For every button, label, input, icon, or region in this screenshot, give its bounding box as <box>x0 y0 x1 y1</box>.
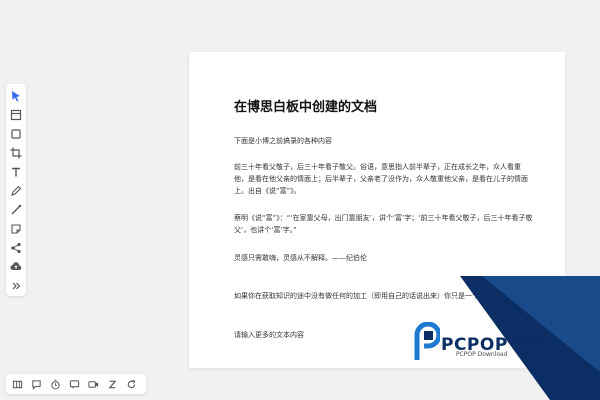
pen-icon <box>11 185 22 196</box>
crop-icon <box>10 147 22 159</box>
double-chevron-icon <box>12 282 21 290</box>
text-tool[interactable] <box>8 164 24 180</box>
document-paragraph[interactable]: 蔡明《说“富”》：“‘在家靠父母，出门靠朋友’，讲个‘富’字；‘前三十年看父敬子… <box>234 212 534 236</box>
sticky-note-icon <box>11 224 21 234</box>
frame-tool[interactable] <box>8 107 24 123</box>
sleep-button[interactable] <box>104 376 120 392</box>
mindmap-tool[interactable] <box>8 240 24 256</box>
crop-tool[interactable] <box>8 145 24 161</box>
text-icon <box>12 167 20 177</box>
pen-tool[interactable] <box>8 183 24 199</box>
square-icon <box>11 129 21 139</box>
refresh-button[interactable] <box>123 376 139 392</box>
cloud-upload-icon <box>10 262 22 270</box>
frame-icon <box>10 109 22 121</box>
document-paragraph[interactable]: 下面是小博之前搞录的各种内容 <box>234 135 534 147</box>
map-button[interactable] <box>9 376 25 392</box>
video-icon <box>87 380 98 388</box>
chat-button[interactable] <box>66 376 82 392</box>
line-icon <box>11 204 22 215</box>
watermark-subtitle: PCPOP Download <box>456 351 508 358</box>
share-icon <box>11 242 21 254</box>
shape-tool[interactable] <box>8 126 24 142</box>
document-title[interactable]: 在博思白板中创建的文档 <box>234 96 534 115</box>
pcpop-logo-icon <box>414 322 440 360</box>
comment-button[interactable] <box>28 376 44 392</box>
upload-tool[interactable] <box>8 259 24 275</box>
select-tool[interactable] <box>8 88 24 104</box>
map-icon <box>12 380 22 388</box>
z-icon <box>107 380 117 388</box>
refresh-icon <box>127 379 135 388</box>
more-tool[interactable] <box>8 278 24 294</box>
document-paragraph[interactable]: 灵感只需敢嗨，灵感从不解释。——纪伯伦 <box>234 252 534 264</box>
video-button[interactable] <box>85 376 101 392</box>
chat-icon <box>69 379 79 389</box>
cursor-icon <box>12 91 20 102</box>
timer-icon <box>50 379 60 389</box>
line-tool[interactable] <box>8 202 24 218</box>
bottom-toolbar <box>6 374 146 394</box>
sticky-note-tool[interactable] <box>8 221 24 237</box>
left-toolbar <box>6 84 26 296</box>
timer-button[interactable] <box>47 376 63 392</box>
document-paragraph[interactable]: 前三十年看父敬子，后三十年看子敬父。俗语，意思指人前半辈子，正在成长之年，众人看… <box>234 161 534 197</box>
comment-icon <box>31 379 41 390</box>
